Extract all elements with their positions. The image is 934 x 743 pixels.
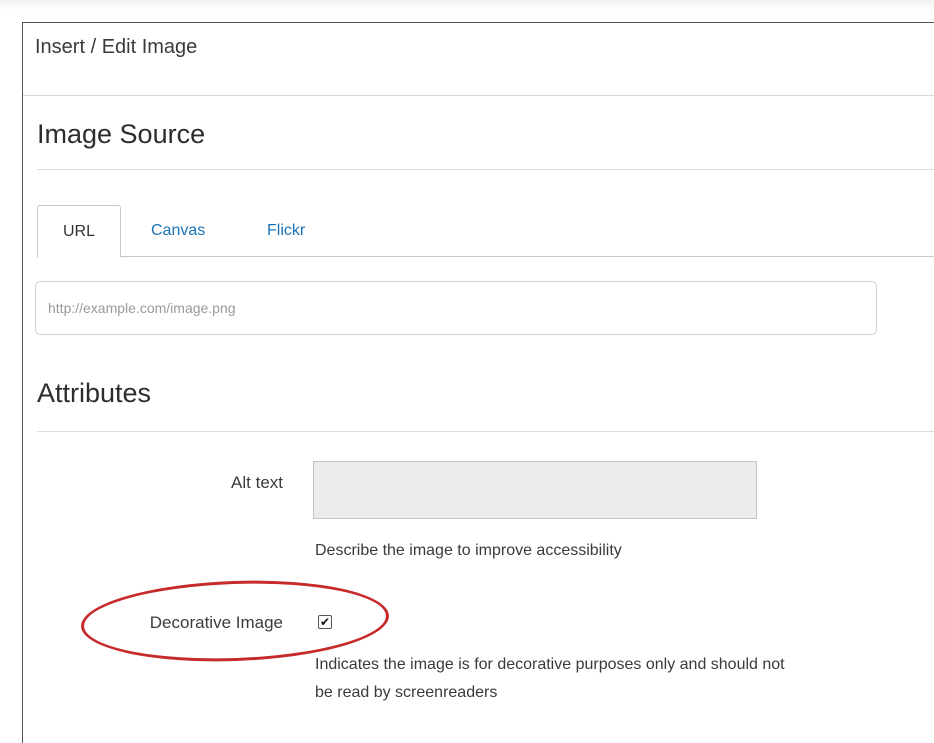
image-source-tabs: URL Canvas Flickr [37,205,934,258]
attributes-divider [37,431,934,432]
screenshot-top-edge [0,0,934,10]
decorative-help-line1: Indicates the image is for decorative pu… [315,656,785,673]
image-url-input[interactable] [35,281,877,335]
dialog-title: Insert / Edit Image [35,36,198,58]
decorative-image-checkbox[interactable]: ✔ [318,615,332,629]
image-source-divider [37,169,934,170]
alt-text-help: Describe the image to improve accessibil… [315,542,622,559]
alt-text-label: Alt text [231,473,283,492]
tab-canvas[interactable]: Canvas [151,205,205,257]
checkmark-icon: ✔ [319,615,331,629]
insert-edit-image-dialog: Insert / Edit Image Image Source URL Can… [22,22,934,743]
image-source-heading: Image Source [37,119,206,149]
tab-flickr[interactable]: Flickr [267,205,305,257]
decorative-help-line2: be read by screenreaders [315,684,498,701]
dialog-titlebar: Insert / Edit Image [23,23,934,96]
decorative-image-label: Decorative Image [149,613,283,632]
alt-text-field[interactable] [313,461,757,519]
attributes-heading: Attributes [37,378,152,408]
tab-url[interactable]: URL [37,205,121,258]
